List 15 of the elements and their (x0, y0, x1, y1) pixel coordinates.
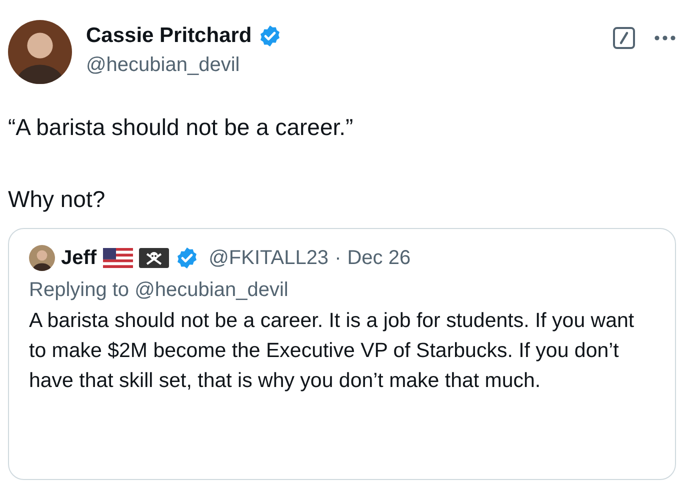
flag-icon (102, 248, 133, 268)
quoted-tweet-text: A barista should not be a career. It is a job for students. If you want to make $2M become the Executive VP of Starbucks. If you don’t have that skill set, that is why you don’t make that much. (29, 308, 636, 394)
replying-to-text: Replying to @hecubian_devil (29, 279, 290, 302)
avatar[interactable] (29, 245, 55, 271)
skull-flag-icon (138, 248, 169, 268)
tweet-text: Why not? (8, 185, 106, 214)
quoted-author-name[interactable]: Jeff (61, 246, 97, 270)
quoted-tweet-card[interactable] (8, 228, 676, 480)
author-handle[interactable]: @hecubian_devil (86, 54, 598, 77)
more-icon[interactable] (654, 35, 676, 41)
tweet-text: “A barista should not be a career.” (8, 113, 354, 142)
tweet-date[interactable]: Dec 26 (347, 246, 411, 270)
quoted-author-handle[interactable]: @FKITALL23 (208, 246, 329, 270)
separator-dot: · (334, 246, 342, 270)
author-name[interactable]: Cassie Pritchard (86, 24, 252, 48)
